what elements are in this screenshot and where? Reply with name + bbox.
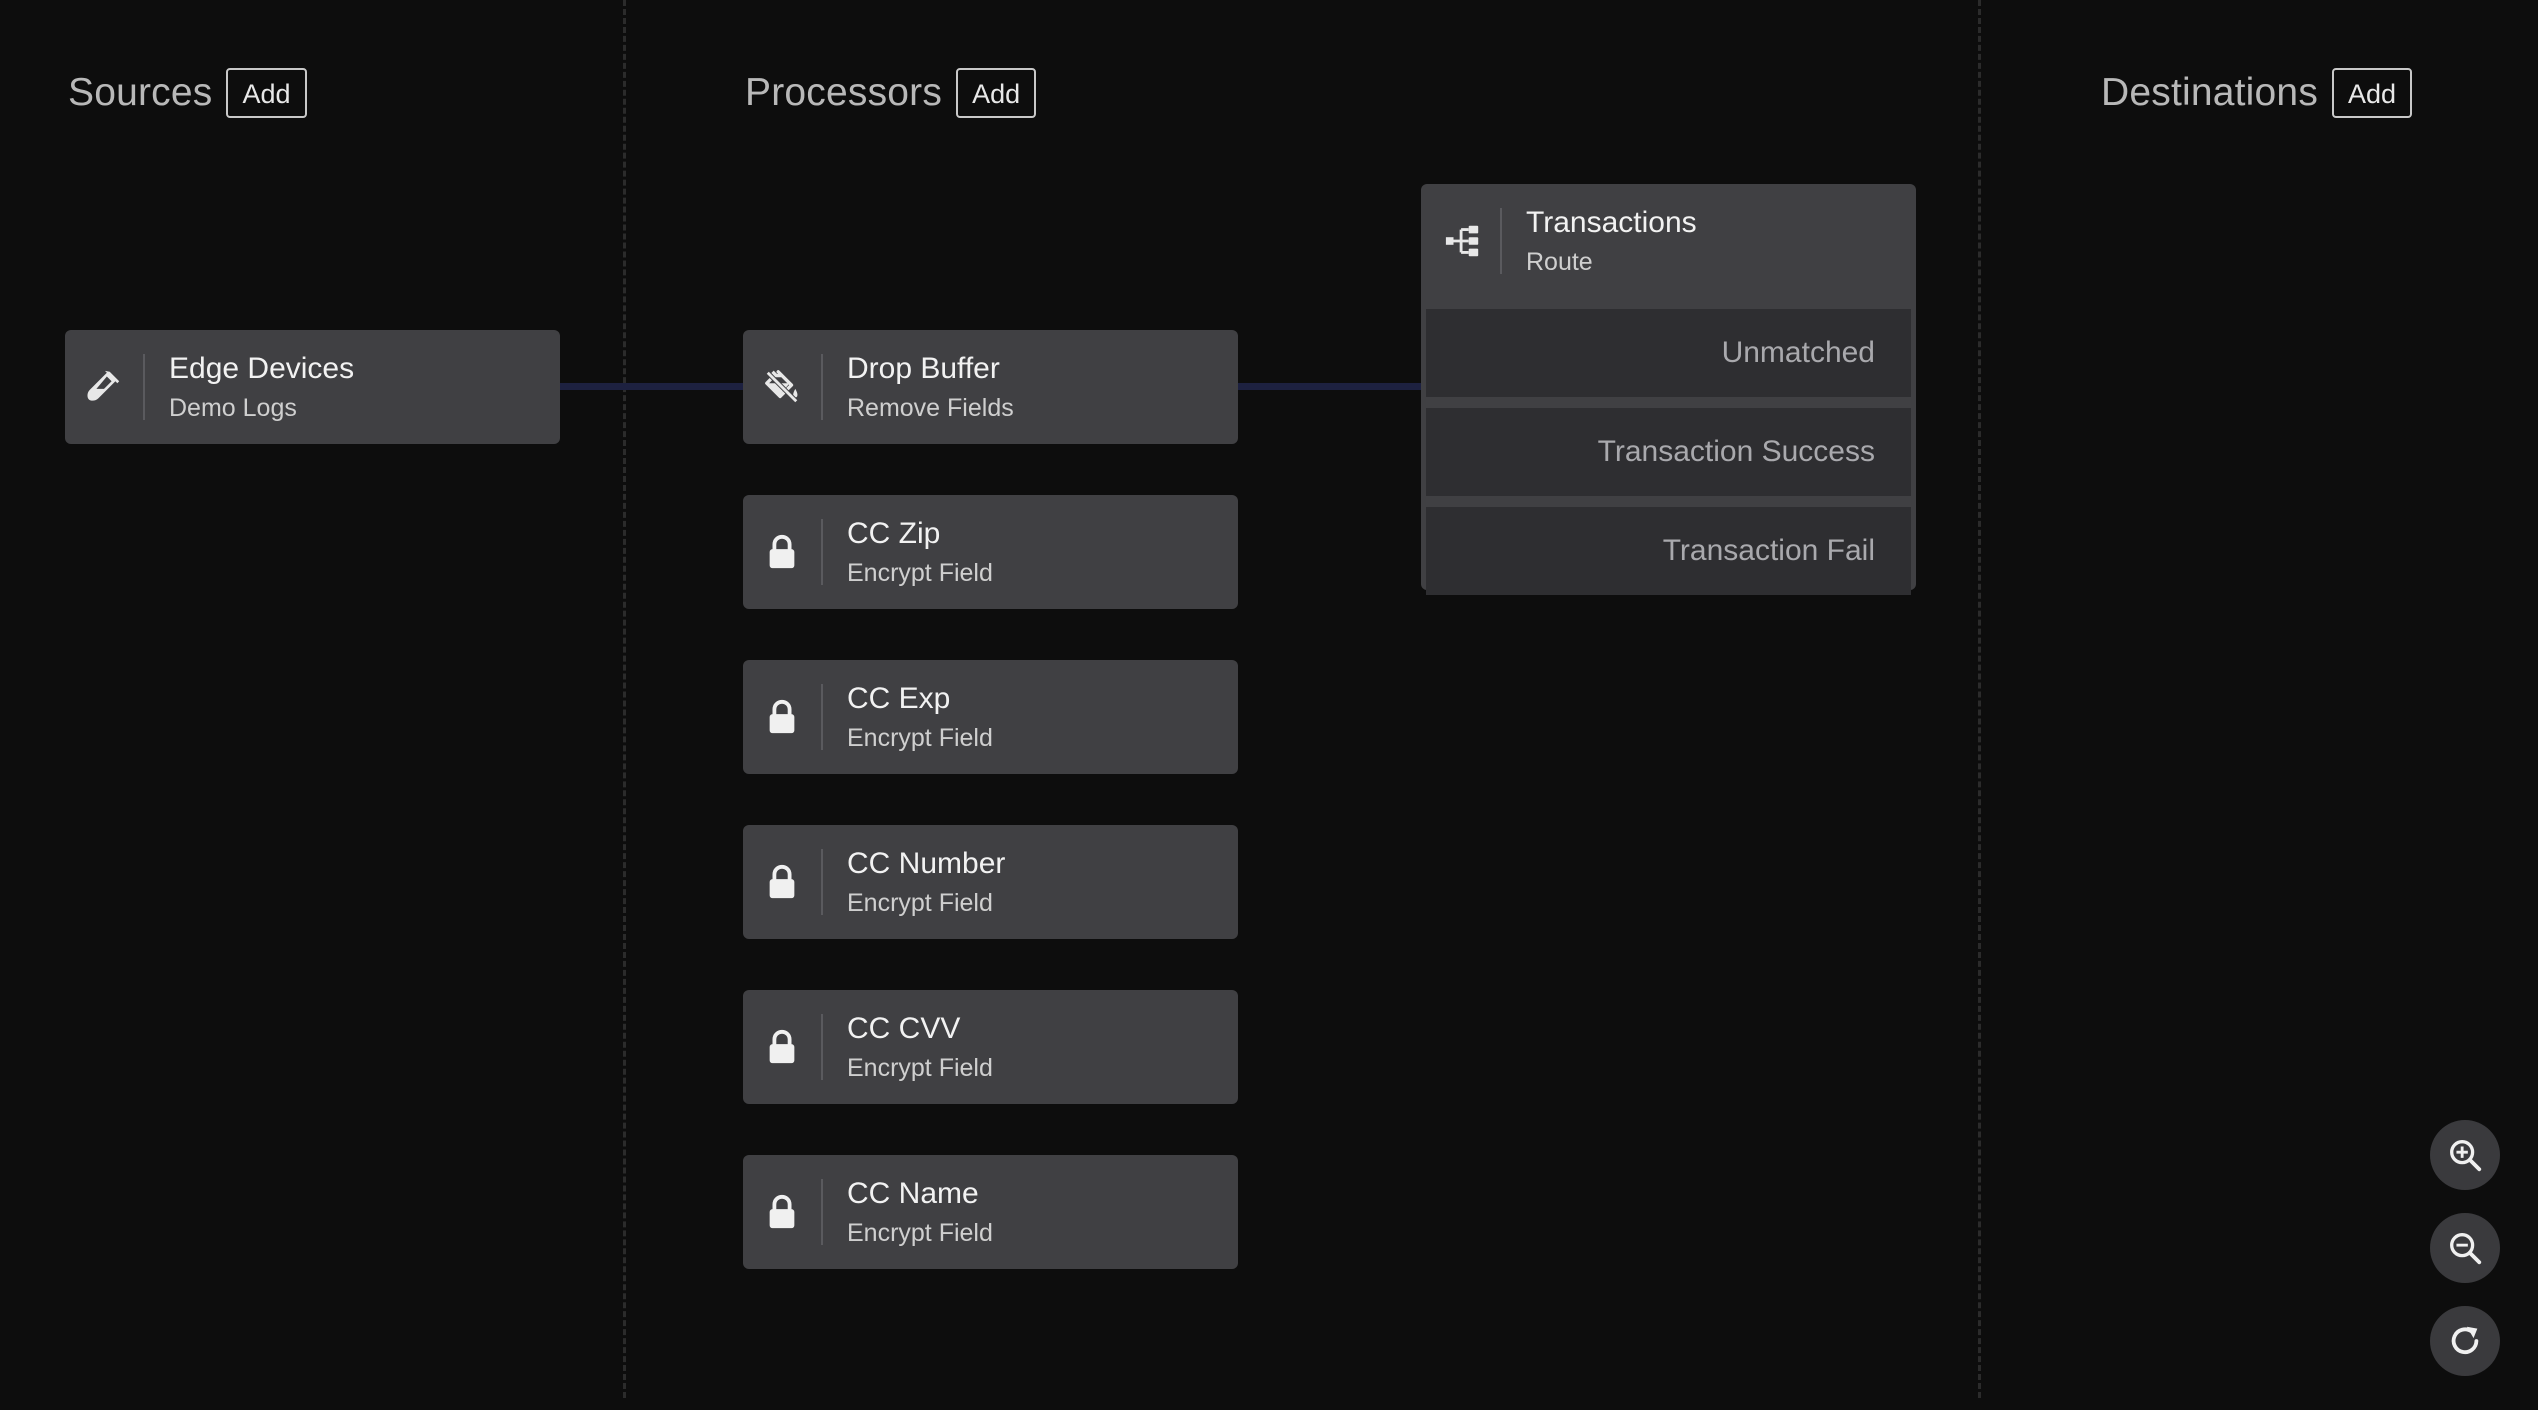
lock-icon [743,1179,823,1245]
node-name: Transactions [1526,205,1697,239]
add-processor-button[interactable]: Add [956,68,1037,118]
node-type: Remove Fields [847,393,1014,422]
route-branch-icon [1426,208,1502,274]
column-divider [623,0,626,1398]
zoom-in-button[interactable] [2430,1120,2500,1190]
add-destination-button[interactable]: Add [2332,68,2413,118]
lock-icon [743,519,823,585]
zoom-out-button[interactable] [2430,1213,2500,1283]
test-tube-icon [65,354,145,420]
processors-title: Processors [745,71,943,114]
node-type: Encrypt Field [847,558,993,587]
processor-node-drop-buffer[interactable]: Drop Buffer Remove Fields [743,330,1238,444]
node-name: CC Zip [847,516,941,550]
connector-processor-to-route [1238,383,1422,390]
node-name: Drop Buffer [847,351,1000,385]
pipeline-canvas[interactable]: Sources Add Processors Add Destinations … [0,0,2538,1410]
sources-header: Sources Add [68,68,307,118]
zoom-out-icon [2450,1233,2482,1265]
route-header[interactable]: Transactions Route [1426,184,1911,298]
lock-icon [743,1014,823,1080]
node-name: CC Name [847,1176,979,1210]
destinations-title: Destinations [2101,71,2319,114]
node-name: CC Number [847,846,1006,880]
node-type: Encrypt Field [847,723,993,752]
node-name: Edge Devices [169,351,355,385]
lock-icon [743,684,823,750]
lock-icon [743,849,823,915]
processor-node-cc-name[interactable]: CC Name Encrypt Field [743,1155,1238,1269]
add-source-button[interactable]: Add [226,68,307,118]
node-type: Encrypt Field [847,1218,993,1247]
processor-node-cc-number[interactable]: CC Number Encrypt Field [743,825,1238,939]
processor-node-cc-cvv[interactable]: CC CVV Encrypt Field [743,990,1238,1104]
route-output-unmatched[interactable]: Unmatched [1426,309,1911,397]
node-name: CC CVV [847,1011,961,1045]
node-type: Demo Logs [169,393,297,422]
destinations-header: Destinations Add [2101,68,2413,118]
paint-bucket-icon [743,354,823,420]
route-output-transaction-success[interactable]: Transaction Success [1426,408,1911,496]
reset-view-button[interactable] [2430,1306,2500,1376]
connector-source-to-processor [560,383,744,390]
node-name: CC Exp [847,681,951,715]
column-divider [1978,0,1981,1398]
processor-node-cc-zip[interactable]: CC Zip Encrypt Field [743,495,1238,609]
reset-view-icon [2451,1326,2479,1355]
node-type: Encrypt Field [847,1053,993,1082]
zoom-in-icon [2450,1140,2482,1172]
node-type: Route [1526,247,1593,276]
source-node-edge-devices[interactable]: Edge Devices Demo Logs [65,330,560,444]
processor-node-cc-exp[interactable]: CC Exp Encrypt Field [743,660,1238,774]
route-output-transaction-fail[interactable]: Transaction Fail [1426,507,1911,595]
route-node-transactions: Transactions Route Unmatched Transaction… [1421,184,1916,595]
sources-title: Sources [68,71,213,114]
processors-header: Processors Add [745,68,1037,118]
node-type: Encrypt Field [847,888,993,917]
